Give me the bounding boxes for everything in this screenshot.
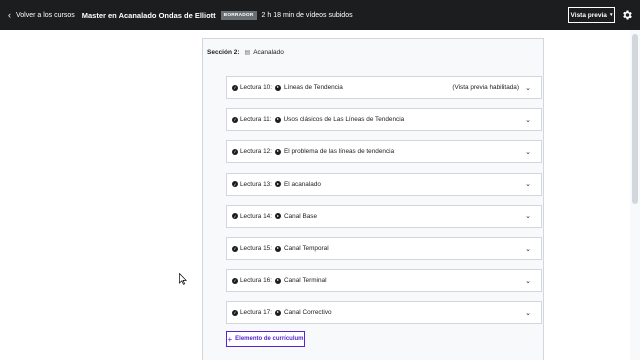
lecture-row[interactable]: ✓ Lectura 14: Canal Base ⌄ xyxy=(226,204,542,228)
lecture-row[interactable]: ✓ Lectura 12: El problema de las líneas de… xyxy=(226,140,542,164)
chevron-down-icon[interactable]: ⌄ xyxy=(525,212,531,220)
lecture-title: Canal Correctivo xyxy=(283,309,332,317)
chevron-down-icon[interactable]: ⌄ xyxy=(525,84,531,92)
add-curriculum-item-button[interactable]: + Elemento de currículum xyxy=(226,331,305,347)
preview-enabled-note: (Vista previa habilitada) xyxy=(452,84,519,91)
section-title: Acanalado xyxy=(253,49,284,56)
lecture-title: Canal Terminal xyxy=(283,277,327,285)
checkmark-icon: ✓ xyxy=(232,148,238,155)
play-icon xyxy=(274,213,281,220)
lecture-title: Canal Base xyxy=(283,212,318,220)
scrollbar-thumb[interactable] xyxy=(632,34,638,204)
mouse-cursor-icon xyxy=(179,273,187,285)
document-icon: ▤ xyxy=(244,50,251,56)
checkmark-icon: ✓ xyxy=(232,84,238,91)
lecture-label: Lectura 16: xyxy=(240,277,272,285)
lecture-title: Canal Temporal xyxy=(283,245,329,252)
lecture-label: Lectura 14: xyxy=(240,212,272,220)
checkmark-icon: ✓ xyxy=(232,277,238,284)
lecture-label: Lectura 10: xyxy=(240,84,272,91)
checkmark-icon: ✓ xyxy=(232,181,238,188)
lecture-label: Lectura 12: xyxy=(240,148,272,156)
chevron-down-icon[interactable]: ⌄ xyxy=(525,180,531,188)
play-icon xyxy=(274,277,281,284)
play-icon xyxy=(274,245,281,252)
lecture-title: Usos clásicos de Las Líneas de Tendencia xyxy=(283,116,405,124)
lecture-label: Lectura 17: xyxy=(240,309,272,317)
plus-icon: + xyxy=(227,334,233,344)
lecture-label: Lectura 11: xyxy=(240,116,272,124)
play-icon xyxy=(274,148,281,155)
play-icon xyxy=(274,181,281,188)
lecture-label: Lectura 13: xyxy=(240,180,272,188)
chevron-down-icon[interactable]: ⌄ xyxy=(525,148,531,156)
chevron-left-icon: ‹ xyxy=(8,10,11,20)
lecture-title: Líneas de Tendencia xyxy=(283,84,343,91)
preview-button-label: Vista previa xyxy=(570,11,607,19)
lecture-label: Lectura 15: xyxy=(240,245,272,252)
uploaded-duration: 2 h 18 min de vídeos subidos xyxy=(261,11,353,19)
lecture-title: El problema de las líneas de tendencia xyxy=(283,148,395,156)
play-icon xyxy=(274,309,281,316)
checkmark-icon: ✓ xyxy=(232,213,238,220)
chevron-down-icon[interactable]: ⌄ xyxy=(525,245,531,253)
chevron-down-icon[interactable]: ⌄ xyxy=(525,309,531,317)
status-badge: BORRADOR xyxy=(220,10,257,20)
checkmark-icon: ✓ xyxy=(232,245,238,252)
preview-button[interactable]: Vista previa ▾ xyxy=(568,7,615,23)
gear-icon[interactable] xyxy=(621,9,633,21)
section-label: Sección 2: xyxy=(207,49,240,56)
add-button-label: Elemento de currículum xyxy=(235,336,304,342)
top-bar: ‹ Volver a los cursos Master en Acanalad… xyxy=(0,0,640,30)
course-title: Master en Acanalado Ondas de Elliott xyxy=(81,10,216,20)
play-icon xyxy=(274,84,281,91)
lecture-row[interactable]: ✓ Lectura 13: El acanalado ⌄ xyxy=(226,172,542,196)
checkmark-icon: ✓ xyxy=(232,309,238,316)
lecture-row[interactable]: ✓ Lectura 11: Usos clásicos de Las Líneas … xyxy=(226,108,542,132)
chevron-down-icon[interactable]: ⌄ xyxy=(525,116,531,124)
lecture-row[interactable]: ✓ Lectura 10: Líneas de Tendencia (Vista pr… xyxy=(226,76,542,99)
play-icon xyxy=(274,116,281,123)
lecture-row[interactable]: ✓ Lectura 16: Canal Terminal ⌄ xyxy=(226,269,542,293)
section-header: Sección 2: ▤ Acanalado xyxy=(207,49,284,56)
checkmark-icon: ✓ xyxy=(232,116,238,123)
lecture-title: El acanalado xyxy=(283,180,321,188)
back-to-courses-link[interactable]: ‹ Volver a los cursos xyxy=(8,10,75,20)
chevron-down-icon[interactable]: ⌄ xyxy=(525,277,531,285)
back-label: Volver a los cursos xyxy=(16,11,75,19)
lecture-row[interactable]: ✓ Lectura 15: Canal Temporal ⌄ xyxy=(226,237,542,260)
chevron-down-icon: ▾ xyxy=(609,12,613,18)
lecture-row[interactable]: ✓ Lectura 17: Canal Correctivo ⌄ xyxy=(226,301,542,325)
scrollbar[interactable] xyxy=(630,30,640,360)
